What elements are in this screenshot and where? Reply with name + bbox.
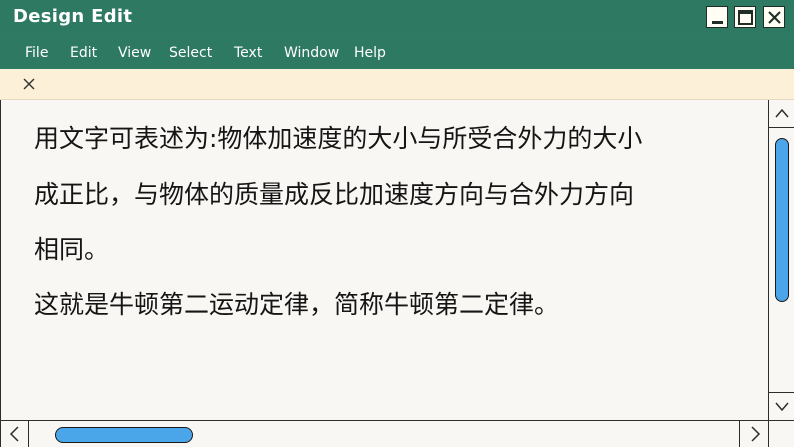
- window-title: Design Edit: [13, 6, 133, 27]
- chevron-down-icon: [775, 402, 789, 412]
- minimize-button[interactable]: [706, 6, 728, 28]
- menu-edit[interactable]: Edit: [70, 45, 97, 61]
- horizontal-scroll-thumb[interactable]: [55, 427, 193, 443]
- scrollbar-corner: [768, 420, 794, 447]
- scroll-up-button[interactable]: [769, 100, 794, 128]
- menu-bar: File Edit View Select Text Window Help: [0, 38, 794, 68]
- menu-file[interactable]: File: [25, 45, 48, 61]
- chevron-left-icon: [9, 426, 19, 442]
- maximize-button[interactable]: [734, 6, 756, 28]
- maximize-icon: [738, 10, 753, 25]
- chevron-up-icon: [775, 108, 789, 118]
- scroll-down-button[interactable]: [769, 392, 794, 420]
- tab-close-button[interactable]: [20, 74, 38, 94]
- horizontal-scrollbar[interactable]: [0, 420, 768, 447]
- menu-help[interactable]: Help: [354, 45, 386, 61]
- scroll-right-button[interactable]: [739, 421, 769, 447]
- close-button[interactable]: [763, 6, 785, 28]
- title-bar[interactable]: Design Edit: [0, 0, 794, 36]
- vertical-scrollbar[interactable]: [768, 100, 794, 447]
- menu-text[interactable]: Text: [234, 45, 262, 61]
- text-line: 这就是牛顿第二运动定律，简称牛顿第二定律。: [34, 290, 560, 319]
- chevron-right-icon: [751, 426, 761, 442]
- text-line: 成正比，与物体的质量成反比加速度方向与合外力方向: [34, 180, 635, 209]
- menu-select[interactable]: Select: [169, 45, 212, 61]
- minimize-icon: [712, 21, 723, 24]
- close-icon: [23, 78, 35, 90]
- menu-view[interactable]: View: [118, 45, 151, 61]
- close-icon: [768, 11, 781, 24]
- tab-bar: [0, 69, 794, 100]
- text-line: 相同。: [34, 235, 110, 264]
- document-editor[interactable]: 用文字可表述为:物体加速度的大小与所受合外力的大小 成正比，与物体的质量成反比加…: [0, 100, 768, 420]
- menu-window[interactable]: Window: [284, 45, 339, 61]
- app-window: Design Edit File Edit View Select Text W…: [0, 0, 794, 447]
- document-text: 用文字可表述为:物体加速度的大小与所受合外力的大小 成正比，与物体的质量成反比加…: [34, 110, 759, 332]
- scroll-left-button[interactable]: [1, 421, 29, 447]
- text-line: 用文字可表述为:物体加速度的大小与所受合外力的大小: [34, 124, 643, 153]
- vertical-scroll-thumb[interactable]: [775, 138, 789, 302]
